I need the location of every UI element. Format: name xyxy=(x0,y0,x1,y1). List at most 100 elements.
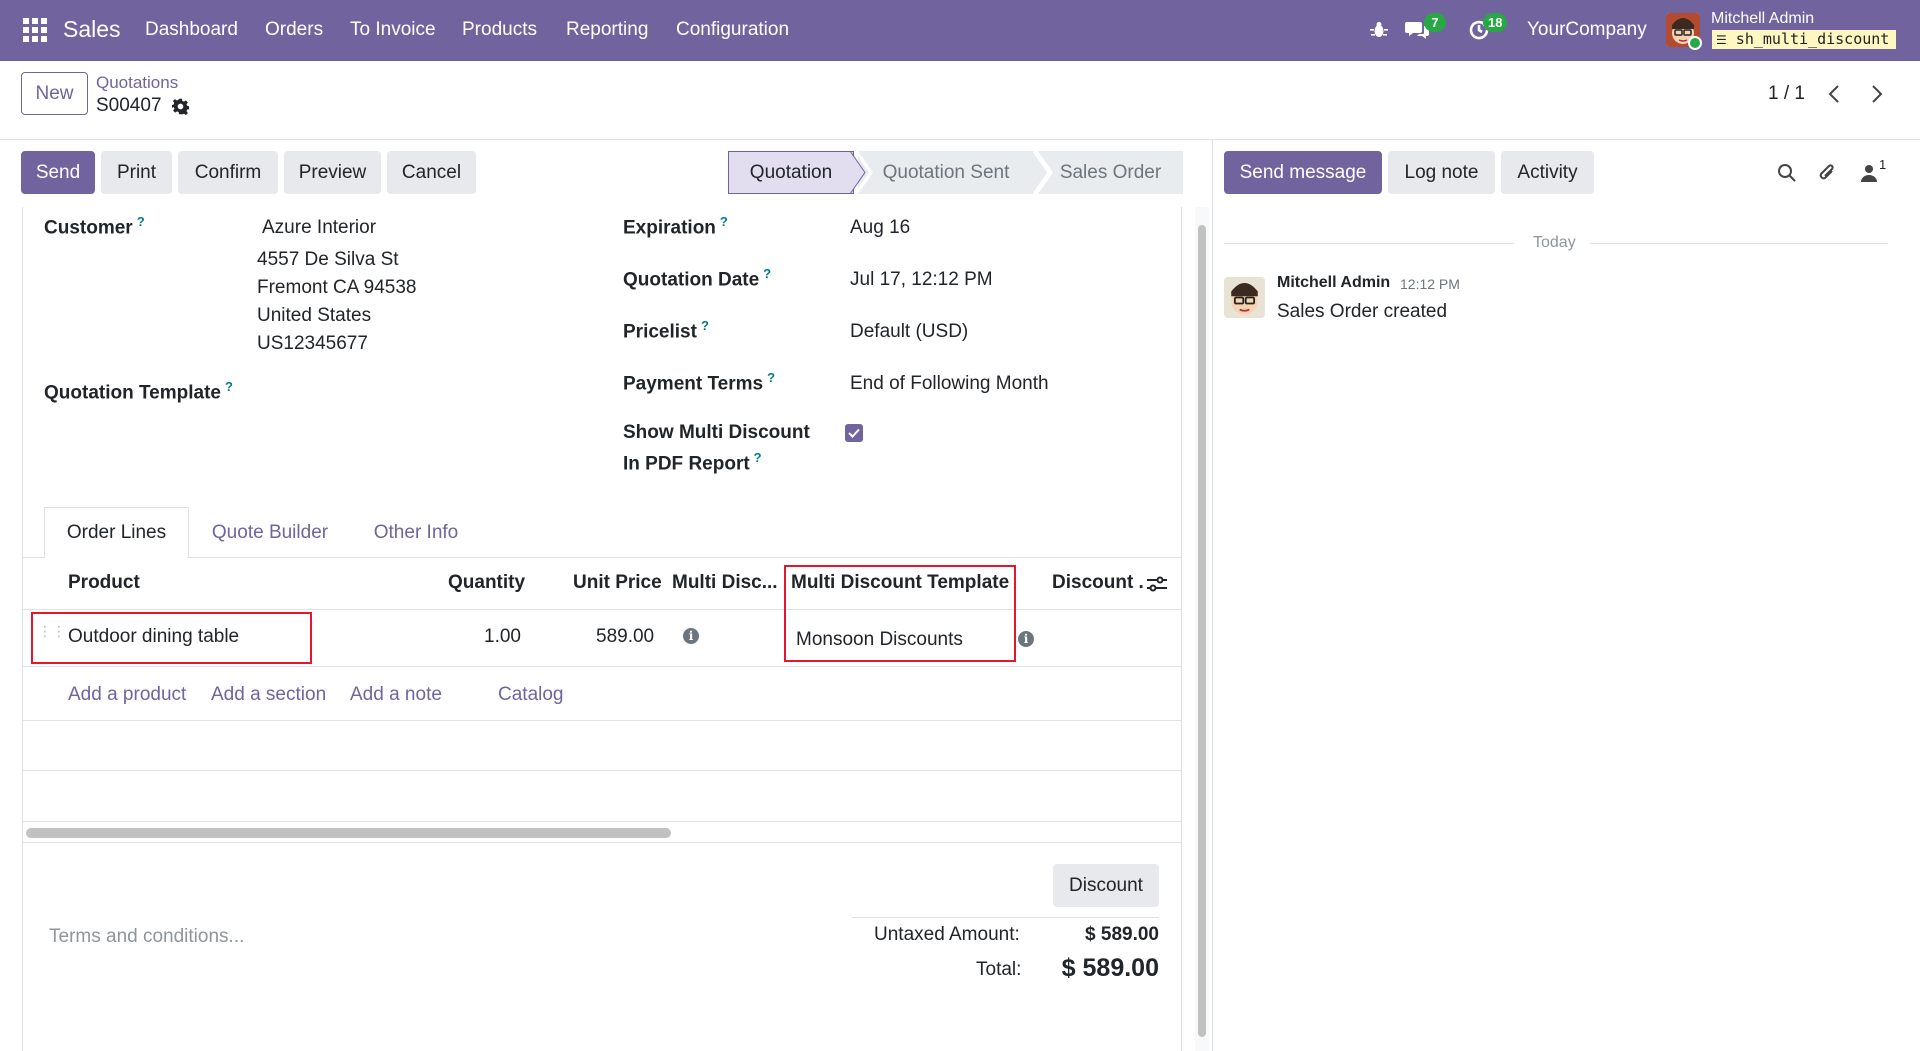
help-tooltip-icon[interactable]: ? xyxy=(767,370,775,385)
terms-conditions-input[interactable]: Terms and conditions... xyxy=(49,926,244,948)
search-icon[interactable] xyxy=(1775,161,1799,185)
table-horizontal-scrollbar[interactable] xyxy=(26,828,671,838)
menu-products[interactable]: Products xyxy=(462,19,537,41)
expiration-value[interactable]: Aug 16 xyxy=(850,217,910,239)
highlight-product-box xyxy=(31,612,312,664)
activities-count-badge: 18 xyxy=(1483,13,1508,32)
sheet-right-border xyxy=(1181,207,1182,1051)
table-body-border xyxy=(23,720,1181,721)
total-value: $ 589.00 xyxy=(1061,954,1159,982)
help-tooltip-icon[interactable]: ? xyxy=(720,214,728,229)
quotation-template-label: Quotation Template? xyxy=(44,379,233,404)
customer-address-line: United States xyxy=(257,305,372,326)
tabs-bottom-border xyxy=(23,557,1181,558)
add-section-link[interactable]: Add a section xyxy=(211,684,326,706)
followers-icon[interactable] xyxy=(1859,162,1879,184)
pricelist-value[interactable]: Default (USD) xyxy=(850,321,968,343)
quotation-template-field[interactable] xyxy=(257,375,587,405)
order-line-quantity[interactable]: 1.00 xyxy=(484,626,521,648)
database-name-tag: ☰ sh_multi_discount xyxy=(1712,30,1896,49)
help-tooltip-icon[interactable]: ? xyxy=(225,379,233,394)
col-header-multi-discount[interactable]: Multi Disc... xyxy=(672,572,778,594)
app-grid-icon[interactable] xyxy=(22,17,48,43)
multi-discount-info-icon[interactable]: i xyxy=(683,628,699,644)
active-tab-underline-mask xyxy=(45,557,188,558)
add-product-link[interactable]: Add a product xyxy=(68,684,186,706)
table-row-border xyxy=(23,666,1181,667)
tab-other-info[interactable]: Other Info xyxy=(352,507,480,558)
activity-button[interactable]: Activity xyxy=(1501,151,1594,194)
quotation-date-value[interactable]: Jul 17, 12:12 PM xyxy=(850,269,993,291)
col-header-quantity[interactable]: Quantity xyxy=(448,572,525,594)
untaxed-amount-label: Untaxed Amount: xyxy=(874,924,1020,945)
help-tooltip-icon[interactable]: ? xyxy=(701,318,709,333)
col-header-unit-price[interactable]: Unit Price xyxy=(573,572,662,594)
message-author[interactable]: Mitchell Admin xyxy=(1277,274,1390,292)
menu-reporting[interactable]: Reporting xyxy=(566,19,648,41)
help-tooltip-icon[interactable]: ? xyxy=(763,266,771,281)
show-multi-discount-label: Show Multi Discount xyxy=(623,422,810,443)
user-name[interactable]: Mitchell Admin xyxy=(1711,10,1814,28)
form-scrollbar-track xyxy=(1195,207,1209,1051)
add-note-link[interactable]: Add a note xyxy=(350,684,442,706)
table-filler-border xyxy=(23,770,1181,771)
pager-next-icon[interactable] xyxy=(1867,82,1887,106)
highlight-template-box xyxy=(784,565,1016,662)
col-header-product[interactable]: Product xyxy=(68,572,140,594)
template-info-icon[interactable]: i xyxy=(1018,631,1034,647)
help-tooltip-icon[interactable]: ? xyxy=(137,214,145,229)
date-separator-line xyxy=(1590,243,1888,244)
send-button[interactable]: Send xyxy=(21,151,95,194)
order-line-unit-price[interactable]: 589.00 xyxy=(596,626,654,648)
table-filler-border xyxy=(23,821,1181,822)
customer-name[interactable]: Azure Interior xyxy=(262,217,376,239)
messages-count-badge: 7 xyxy=(1424,13,1446,32)
date-separator-label: Today xyxy=(1533,234,1576,251)
status-bar: Quotation Quotation Sent Sales Order xyxy=(728,151,1183,194)
message-author-avatar[interactable] xyxy=(1224,277,1265,318)
optional-columns-toggle-icon[interactable] xyxy=(1145,573,1169,595)
cancel-button[interactable]: Cancel xyxy=(387,151,476,194)
pricelist-label: Pricelist? xyxy=(623,318,709,343)
record-name: S00407 xyxy=(96,95,162,116)
menu-orders[interactable]: Orders xyxy=(265,19,323,41)
help-tooltip-icon[interactable]: ? xyxy=(754,450,762,465)
quotation-date-label: Quotation Date? xyxy=(623,266,772,291)
payment-terms-value[interactable]: End of Following Month xyxy=(850,373,1049,395)
customer-address-line: Fremont CA 94538 xyxy=(257,277,417,298)
menu-dashboard[interactable]: Dashboard xyxy=(145,19,238,41)
discount-button[interactable]: Discount xyxy=(1053,864,1159,907)
form-scrollbar-thumb[interactable] xyxy=(1198,225,1206,1037)
database-icon: ☰ xyxy=(1716,33,1727,47)
show-multi-discount-label-line2: In PDF Report? xyxy=(623,450,762,475)
col-header-discount[interactable]: Discount . xyxy=(1052,572,1144,594)
send-message-button[interactable]: Send message xyxy=(1224,151,1382,194)
untaxed-amount-value: $ 589.00 xyxy=(1085,924,1159,945)
expiration-label: Expiration? xyxy=(623,214,728,239)
menu-to-invoice[interactable]: To Invoice xyxy=(350,19,436,41)
gear-icon[interactable] xyxy=(171,97,189,115)
print-button[interactable]: Print xyxy=(101,151,172,194)
tab-order-lines[interactable]: Order Lines xyxy=(44,507,189,558)
breadcrumb-quotations[interactable]: Quotations xyxy=(96,73,178,93)
pager-previous-icon[interactable] xyxy=(1824,82,1844,106)
debug-bug-icon[interactable] xyxy=(1369,20,1389,40)
app-name[interactable]: Sales xyxy=(63,16,121,43)
chatter-left-border xyxy=(1212,139,1213,1051)
company-switcher[interactable]: YourCompany xyxy=(1527,19,1647,41)
confirm-button[interactable]: Confirm xyxy=(178,151,278,194)
new-button[interactable]: New xyxy=(21,72,88,115)
log-note-button[interactable]: Log note xyxy=(1388,151,1495,194)
catalog-link[interactable]: Catalog xyxy=(498,684,564,706)
tab-quote-builder[interactable]: Quote Builder xyxy=(194,507,346,558)
paperclip-icon[interactable] xyxy=(1815,160,1839,186)
stage-arrow-separators xyxy=(849,151,1053,194)
followers-count: 1 xyxy=(1879,157,1887,172)
totals-top-border xyxy=(852,917,1159,918)
preview-button[interactable]: Preview xyxy=(284,151,381,194)
show-multi-discount-checkbox[interactable] xyxy=(845,424,863,442)
date-separator-line xyxy=(1224,243,1514,244)
control-panel-divider xyxy=(0,139,1920,140)
menu-configuration[interactable]: Configuration xyxy=(676,19,789,41)
pager-value[interactable]: 1 / 1 xyxy=(1768,83,1805,105)
